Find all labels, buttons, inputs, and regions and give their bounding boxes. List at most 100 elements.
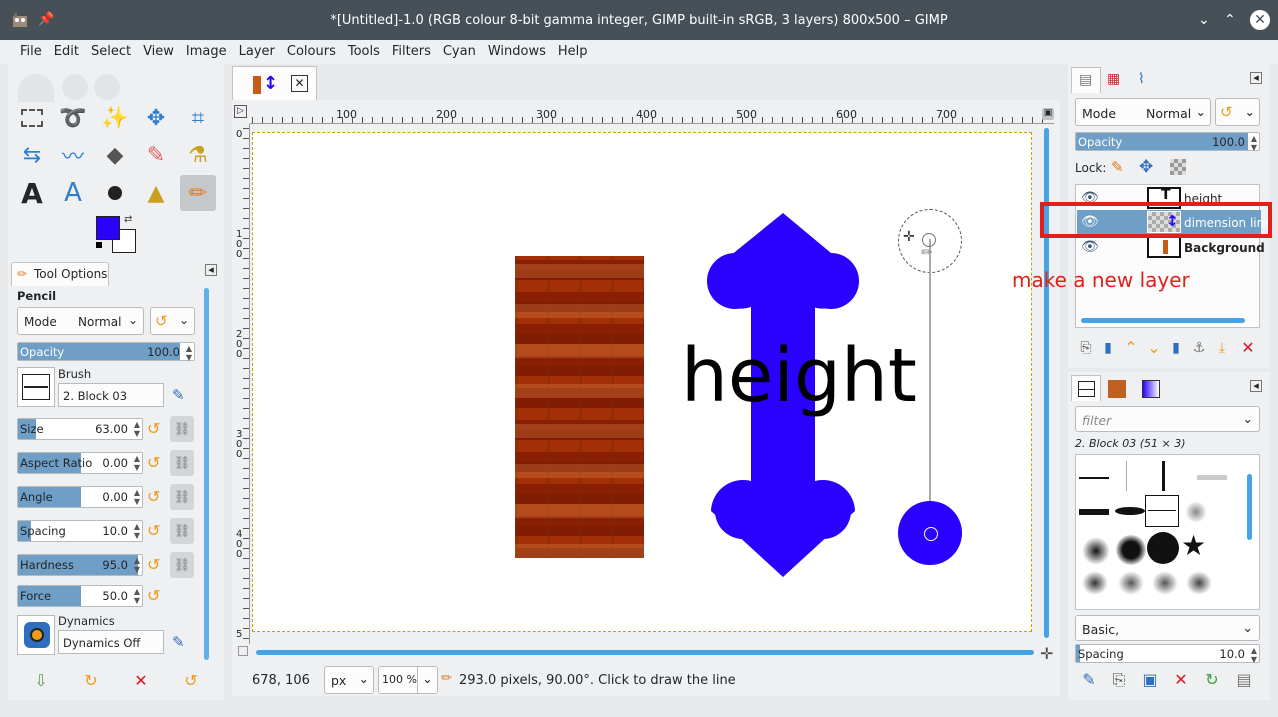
brush-thumb[interactable]: [1079, 477, 1109, 479]
param-2-slider[interactable]: Angle 0.00 ▲ ▼: [17, 486, 143, 508]
reset-tool-options-icon[interactable]: ↺: [181, 671, 201, 690]
chevron-up-icon[interactable]: ⌃: [1224, 12, 1240, 28]
navigate-icon[interactable]: ✛: [1040, 644, 1053, 663]
brush-thumb[interactable]: [1115, 507, 1145, 515]
bucket-fill-tool-icon[interactable]: ◆: [97, 137, 133, 173]
rect-select-tool-icon[interactable]: [14, 100, 50, 136]
link-param-icon[interactable]: ⛓: [170, 450, 194, 476]
new-layer-icon[interactable]: ▮: [1098, 340, 1118, 356]
brush-thumb-selected[interactable]: [1145, 495, 1179, 527]
reset-param-icon[interactable]: ↺: [147, 556, 165, 574]
menu-layer[interactable]: Layer: [233, 40, 281, 64]
link-param-icon[interactable]: ⛓: [170, 518, 194, 544]
duplicate-layer-icon[interactable]: ▮: [1166, 340, 1186, 356]
brush-name-field[interactable]: 2. Block 03: [58, 383, 164, 407]
brush-thumb[interactable]: [1186, 571, 1212, 595]
spin-arrows-icon[interactable]: ▲ ▼: [134, 522, 140, 540]
zoom-combo[interactable]: 100 % ⌄: [378, 666, 438, 694]
anchor-layer-icon[interactable]: ⚓: [1189, 340, 1209, 356]
edit-brush-icon[interactable]: ✎: [1079, 670, 1099, 689]
brush-thumb[interactable]: [1126, 461, 1127, 491]
brush-thumb[interactable]: [1162, 461, 1165, 491]
opacity-slider[interactable]: Opacity 100.0 ▲ ▼: [17, 342, 195, 362]
menu-help[interactable]: Help: [552, 40, 594, 64]
tab-brushes[interactable]: [1071, 375, 1101, 401]
layer-mode-reset-combo[interactable]: ↺ ⌄: [1215, 98, 1260, 126]
brush-thumb[interactable]: [1079, 509, 1109, 515]
menu-file[interactable]: File: [14, 40, 48, 64]
edit-dynamics-icon[interactable]: ✎: [172, 633, 185, 651]
patterns-tab-icon[interactable]: [1108, 380, 1126, 398]
brush-thumb[interactable]: [1082, 537, 1110, 565]
text-tool-icon[interactable]: A: [14, 175, 50, 211]
reset-param-icon[interactable]: ↺: [147, 488, 165, 506]
spin-arrows-icon[interactable]: ▲ ▼: [186, 344, 192, 362]
restore-tool-preset-icon[interactable]: ↻: [81, 671, 101, 690]
visibility-eye-icon[interactable]: 👁: [1081, 239, 1099, 255]
swap-colors-icon[interactable]: ⇄: [124, 214, 132, 225]
layers-hscrollbar[interactable]: [1081, 318, 1245, 323]
image-canvas[interactable]: height ✏ ✛: [252, 132, 1032, 632]
param-4-slider[interactable]: Hardness 95.0 ▲ ▼: [17, 554, 143, 576]
reset-param-icon[interactable]: ↺: [147, 454, 165, 472]
brushes-scrollbar[interactable]: [1247, 474, 1252, 540]
vertical-ruler[interactable]: 0 1 0 0 2 0 0 3 0 0 4 0 0 5: [234, 124, 250, 644]
menu-colours[interactable]: Colours: [281, 40, 342, 64]
brush-thumb[interactable]: [1152, 571, 1178, 595]
flip-tool-icon[interactable]: ⇆: [14, 137, 50, 173]
open-brush-as-image-icon[interactable]: ▤: [1234, 670, 1254, 689]
merge-layer-icon[interactable]: ⤓: [1212, 340, 1232, 356]
crop-tool-icon[interactable]: ⌗: [180, 100, 216, 136]
dynamics-name-field[interactable]: Dynamics Off: [58, 630, 164, 654]
airbrush-tool-icon[interactable]: [97, 175, 133, 211]
menu-filters[interactable]: Filters: [386, 40, 437, 64]
new-brush-icon[interactable]: ⎘: [1109, 670, 1129, 690]
lower-layer-icon[interactable]: ⌄: [1144, 338, 1164, 357]
reset-param-icon[interactable]: ↺: [147, 587, 165, 605]
brush-spacing-slider[interactable]: Spacing 10.0 ▲ ▼: [1075, 644, 1260, 664]
menu-windows[interactable]: Windows: [482, 40, 552, 64]
fuzzy-select-tool-icon[interactable]: ✨: [97, 100, 133, 136]
color-picker-tool-icon[interactable]: ⚗: [180, 137, 216, 173]
close-window-icon[interactable]: ✕: [1250, 10, 1270, 30]
horizontal-ruler[interactable]: 100 200 300 400 500 600 700: [250, 106, 1054, 124]
zoom-lock-icon[interactable]: ▣: [1042, 108, 1054, 120]
panel-menu-icon[interactable]: ◂: [1250, 72, 1262, 84]
spin-arrows-icon[interactable]: ▲ ▼: [134, 556, 140, 574]
layer-row[interactable]: 👁 Background: [1077, 235, 1265, 260]
spin-arrows-icon[interactable]: ▲ ▼: [134, 488, 140, 506]
horizontal-scrollbar[interactable]: [256, 650, 1034, 655]
link-param-icon[interactable]: ⛓: [170, 484, 194, 510]
warp-tool-icon[interactable]: 〰: [55, 137, 91, 173]
save-tool-preset-icon[interactable]: ⇩: [31, 671, 51, 690]
tab-tool-options[interactable]: ✏ Tool Options: [11, 262, 109, 286]
delete-brush-icon[interactable]: ✕: [1171, 670, 1191, 689]
clone-tool-icon[interactable]: ▲: [138, 175, 174, 211]
brush-grid[interactable]: ★: [1075, 454, 1260, 610]
spin-arrows-icon[interactable]: ▲ ▼: [134, 420, 140, 438]
brush-thumb[interactable]: [1147, 532, 1179, 564]
new-layer-group-icon[interactable]: ⎘: [1076, 340, 1096, 356]
brush-preset-combo[interactable]: Basic, ⌄: [1075, 615, 1260, 641]
tool-options-scrollbar[interactable]: [204, 288, 209, 660]
param-1-slider[interactable]: Aspect Ratio 0.00 ▲ ▼: [17, 452, 143, 474]
mode-combo[interactable]: Mode Normal ⌄: [17, 307, 144, 335]
image-tab[interactable]: ↕ ✕: [232, 66, 317, 100]
brush-thumb[interactable]: [1082, 571, 1108, 595]
default-colors-icon[interactable]: [96, 242, 102, 248]
pencil-tool-icon[interactable]: ✏: [180, 175, 216, 211]
duplicate-brush-icon[interactable]: ▣: [1140, 670, 1160, 689]
reset-param-icon[interactable]: ↺: [147, 420, 165, 438]
paths-icon[interactable]: ⌇: [1138, 71, 1145, 87]
tab-layers[interactable]: ▤: [1071, 67, 1101, 93]
spin-arrows-icon[interactable]: ▲ ▼: [134, 587, 140, 605]
lock-position-icon[interactable]: ✥: [1139, 157, 1153, 177]
move-tool-icon[interactable]: ✥: [138, 100, 174, 136]
panel-menu-icon[interactable]: ◂: [1250, 380, 1262, 392]
brush-filter-combo[interactable]: filter ⌄: [1075, 406, 1260, 432]
gradients-tab-icon[interactable]: [1142, 380, 1160, 398]
brush-thumb[interactable]: [1185, 501, 1207, 523]
link-param-icon[interactable]: ⛓: [170, 552, 194, 578]
eraser-tool-icon[interactable]: ✎: [138, 137, 174, 173]
menu-tools[interactable]: Tools: [342, 40, 386, 64]
